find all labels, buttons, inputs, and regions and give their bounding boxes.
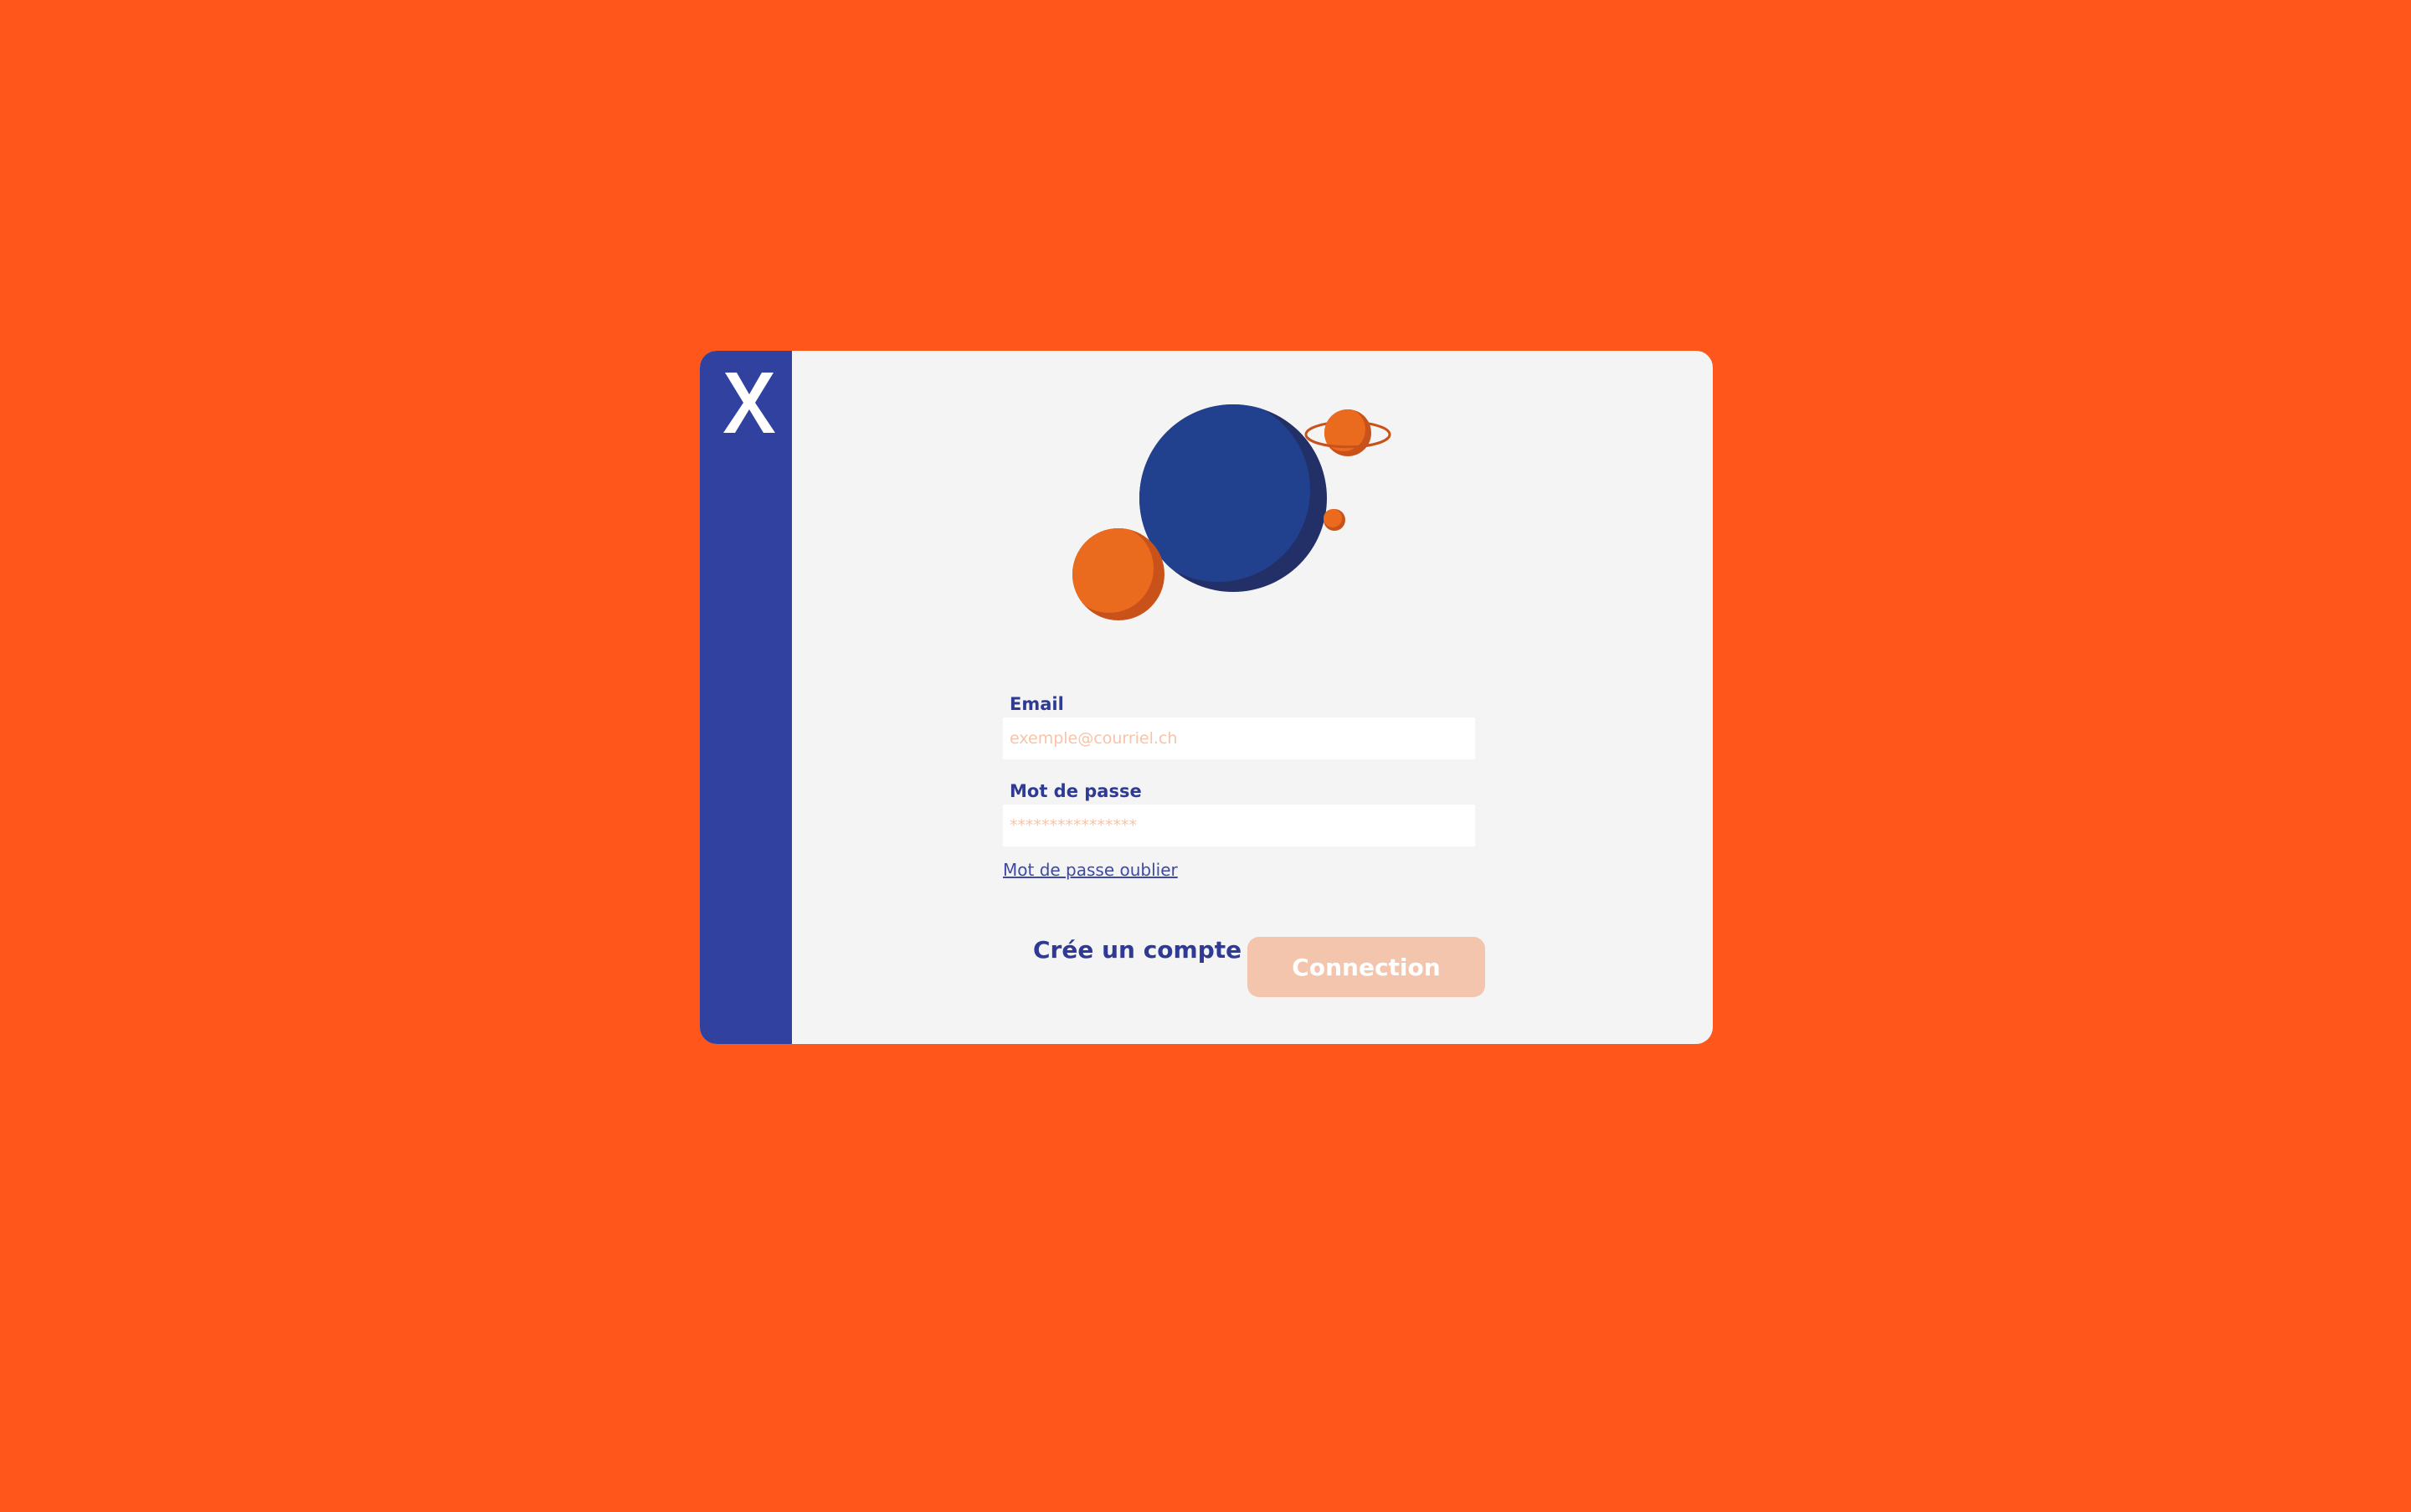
email-input[interactable] xyxy=(1003,717,1475,759)
password-label: Mot de passe xyxy=(1010,781,1142,801)
login-card: Email Mot de passe Mot de passe oublier … xyxy=(700,351,1713,1044)
password-input[interactable] xyxy=(1003,805,1475,846)
email-label: Email xyxy=(1010,694,1064,714)
forgot-password-link[interactable]: Mot de passe oublier xyxy=(1003,860,1178,880)
sidebar xyxy=(700,351,792,1044)
x-logo-icon xyxy=(723,373,775,433)
create-account-button[interactable]: Crée un compte xyxy=(1033,936,1241,964)
connect-button[interactable]: Connection xyxy=(1247,937,1485,997)
planets-illustration-icon xyxy=(1072,404,1391,620)
